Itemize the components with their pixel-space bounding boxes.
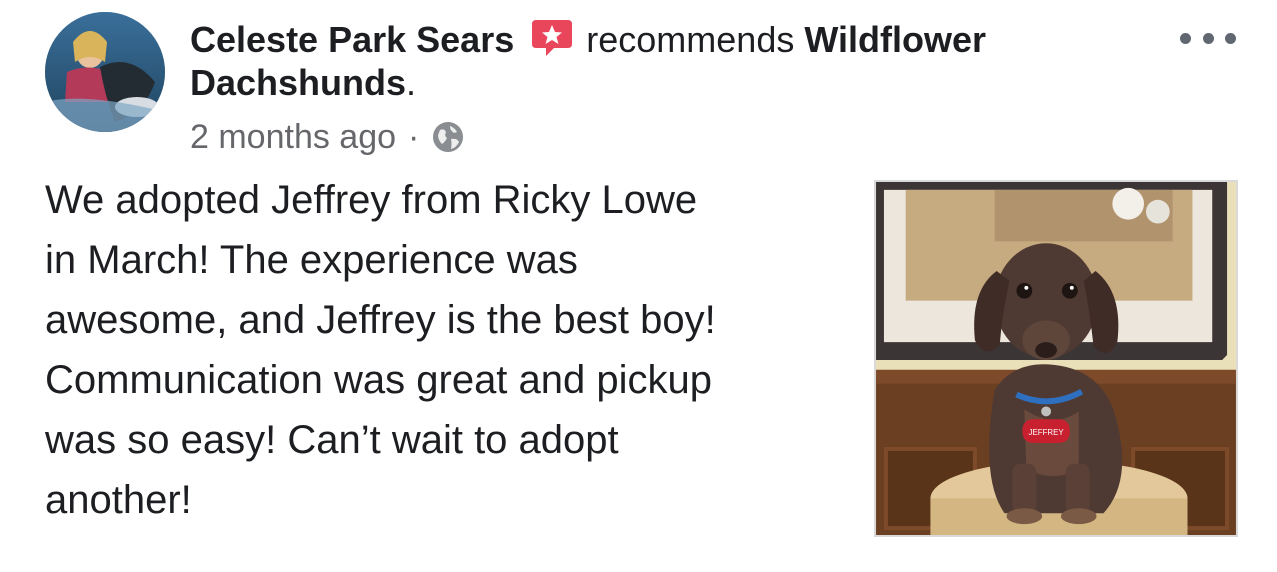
author-name[interactable]: Celeste Park Sears (190, 19, 514, 60)
post-header: Celeste Park Sears recommends Wildflower… (190, 16, 1150, 104)
header-period: . (406, 62, 417, 103)
more-dot (1202, 32, 1214, 44)
post-photo[interactable]: JEFFREY (874, 180, 1238, 537)
more-dot (1180, 32, 1191, 44)
author-avatar[interactable] (45, 12, 165, 132)
post-text: We adopted Jeffrey from Ricky Lowe in Ma… (45, 178, 716, 522)
meta-separator: · (408, 117, 420, 156)
pet-tag-text: JEFFREY (1029, 428, 1065, 437)
timestamp[interactable]: 2 months ago (190, 118, 396, 157)
recommendation-badge-icon (530, 16, 574, 60)
post-meta: 2 months ago · (190, 112, 465, 162)
action-text: recommends (586, 19, 795, 60)
page-name-part-2: Dachshunds (190, 62, 407, 103)
more-options-icon[interactable] (1180, 28, 1236, 48)
page-name-part-1: Wildflower (804, 19, 987, 60)
dachshund-photo: JEFFREY (876, 182, 1236, 535)
more-dot (1225, 32, 1236, 44)
globe-icon[interactable] (431, 120, 465, 154)
avatar-image (45, 12, 165, 132)
